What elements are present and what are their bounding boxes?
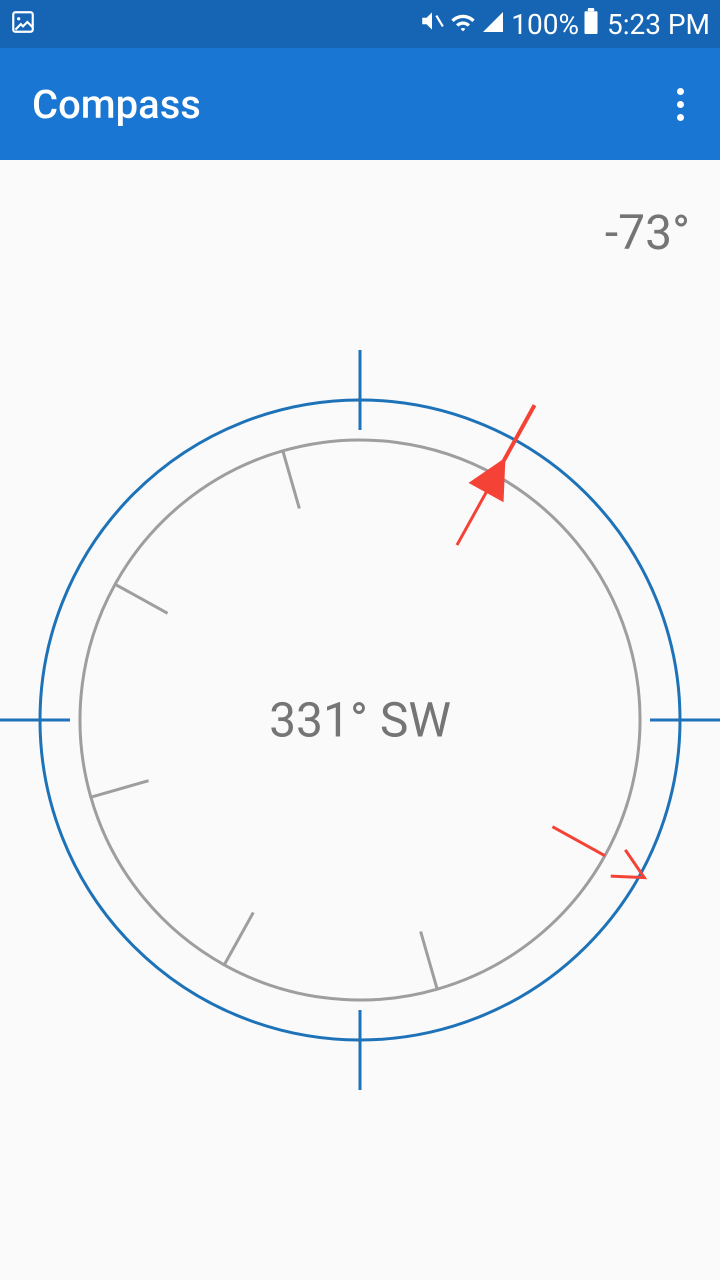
status-bar: 100% 5:23 PM bbox=[0, 0, 720, 48]
battery-percent: 100% bbox=[511, 8, 579, 41]
north-needle bbox=[439, 395, 552, 554]
signal-icon bbox=[481, 8, 505, 41]
wifi-icon bbox=[449, 8, 477, 41]
east-marker bbox=[545, 814, 651, 891]
app-title: Compass bbox=[32, 81, 201, 128]
compass-widget[interactable]: 331° SW bbox=[0, 360, 720, 1080]
heading-value: 331° SW bbox=[269, 692, 451, 749]
mute-icon bbox=[419, 8, 445, 41]
clock-text: 5:23 PM bbox=[607, 8, 710, 41]
picture-icon bbox=[10, 9, 36, 39]
status-right: 100% 5:23 PM bbox=[419, 8, 710, 41]
app-bar: Compass bbox=[0, 48, 720, 160]
status-left bbox=[10, 9, 36, 39]
battery-icon bbox=[583, 8, 599, 41]
content-area: -73° bbox=[0, 160, 720, 1280]
declination-value: -73° bbox=[605, 204, 690, 261]
overflow-menu-button[interactable] bbox=[669, 80, 692, 129]
